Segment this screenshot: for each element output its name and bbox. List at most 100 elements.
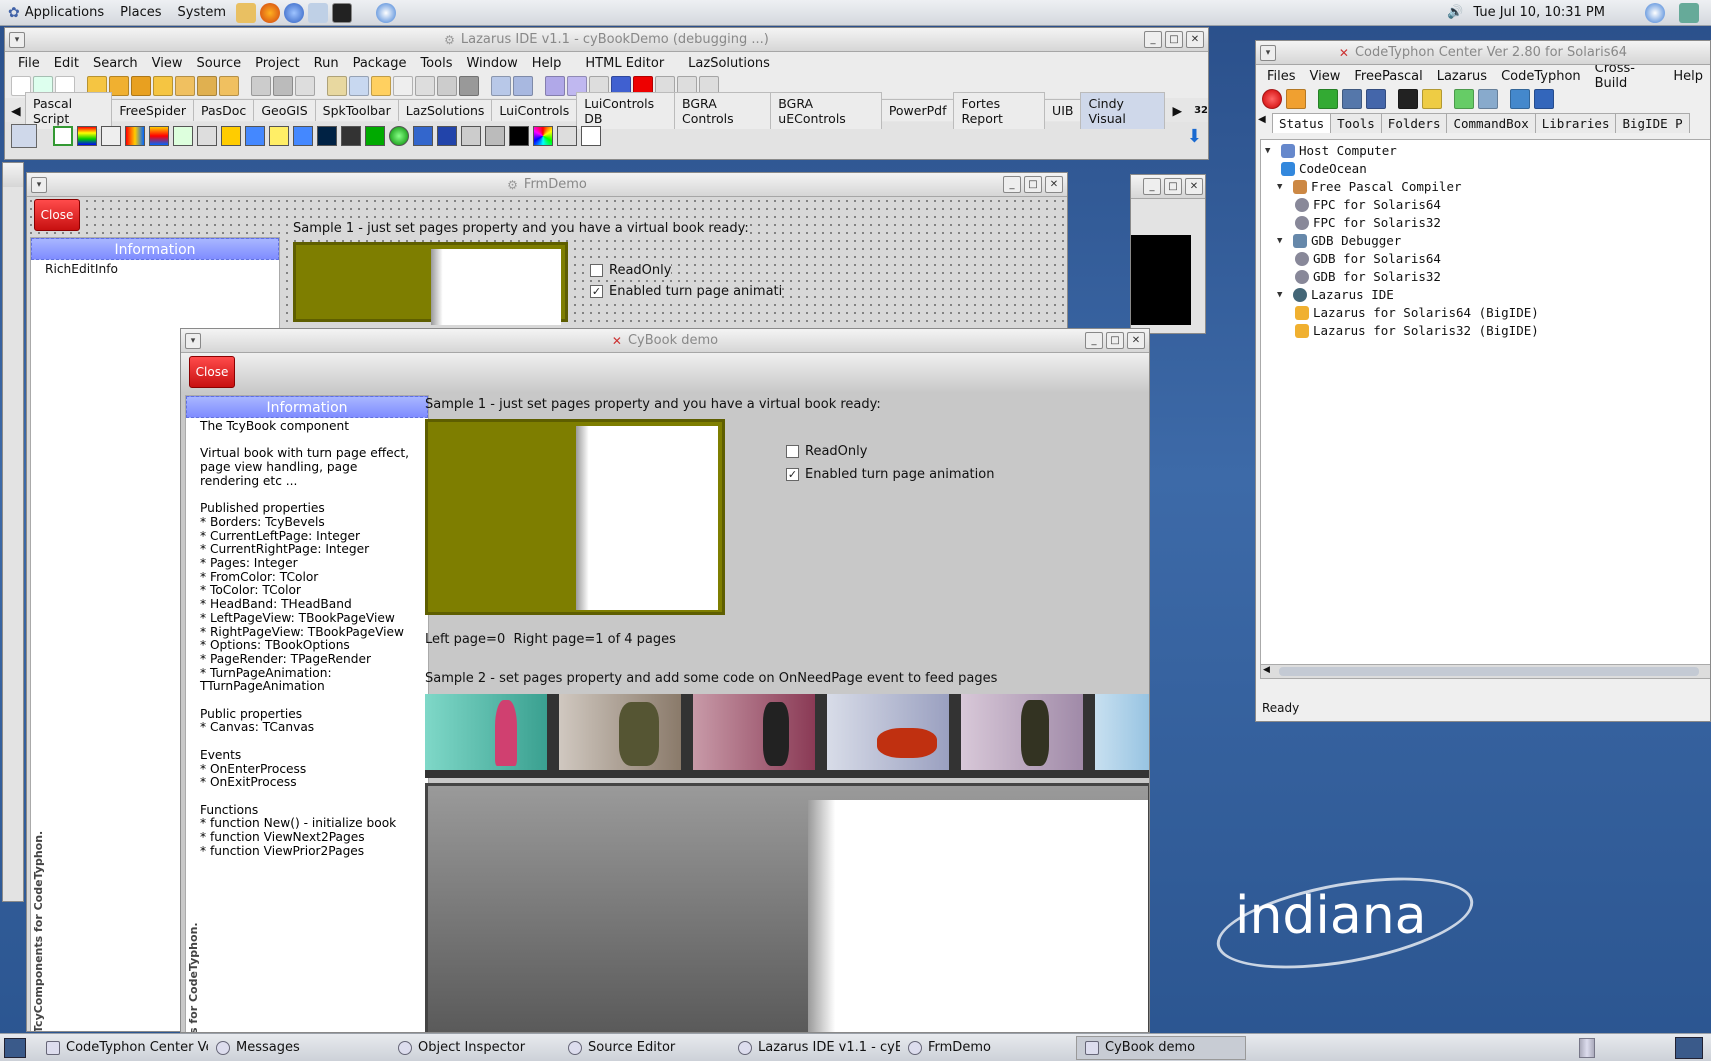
checkbox-box[interactable] (786, 445, 799, 458)
component-icon[interactable] (293, 126, 313, 146)
menu-help[interactable]: Help (525, 56, 569, 71)
tree-node-host[interactable]: ▼ Host Computer (1265, 142, 1710, 160)
cybook-titlebar[interactable]: ▾ ✕ CyBook demo _ □ ✕ (181, 329, 1149, 353)
refresh-icon[interactable] (1318, 89, 1338, 109)
palette-download-icon[interactable]: ⬇ (1187, 126, 1202, 147)
codetyphon-titlebar[interactable]: ▾ ✕ CodeTyphon Center Ver 2.80 for Solar… (1256, 41, 1710, 65)
menu-tools[interactable]: Tools (413, 56, 459, 71)
add-icon[interactable] (1454, 89, 1474, 109)
component-icon[interactable] (485, 126, 505, 146)
thumbnail-1[interactable] (425, 694, 547, 770)
tree-node-gdb64[interactable]: GDB for Solaris64 (1265, 250, 1710, 268)
folder-icon[interactable] (1422, 89, 1442, 109)
open-package-icon[interactable] (131, 76, 151, 96)
tree-node-gdb[interactable]: ▼ GDB Debugger (1265, 232, 1710, 250)
workspace-switcher[interactable] (1675, 1036, 1703, 1059)
taskbar-item-frmdemo[interactable]: FrmDemo (900, 1036, 1070, 1060)
tools-icon[interactable] (1478, 89, 1498, 109)
component-icon[interactable] (149, 126, 169, 146)
clock[interactable]: Tue Jul 10, 10:31 PM (1473, 5, 1605, 20)
menu-file[interactable]: File (11, 56, 47, 71)
cybook-close-button[interactable]: Close (189, 356, 235, 388)
network-icon[interactable] (1679, 2, 1699, 23)
debug-icon[interactable] (545, 76, 565, 96)
thunderbird-icon[interactable] (283, 2, 304, 23)
delete-icon[interactable] (1342, 89, 1362, 109)
menu-lazarus[interactable]: Lazarus (1430, 69, 1494, 84)
download-icon[interactable] (1286, 89, 1306, 109)
component-icon[interactable] (365, 126, 385, 146)
cybook-book1[interactable] (425, 419, 725, 615)
palette-scroll-left-icon[interactable]: ◀ (11, 103, 21, 118)
window-menu-icon[interactable]: ▾ (185, 333, 201, 349)
selection-pointer-icon[interactable] (11, 124, 37, 148)
tab-commandbox[interactable]: CommandBox (1446, 113, 1536, 133)
maximize-icon[interactable]: □ (1165, 31, 1183, 48)
trash-icon[interactable] (1579, 1037, 1595, 1058)
menu-help[interactable]: Help (1666, 69, 1710, 84)
tab-libraries[interactable]: Libraries (1534, 113, 1617, 133)
thumbnail-3[interactable] (693, 694, 815, 770)
build-icon[interactable] (491, 76, 511, 96)
maximize-icon[interactable]: □ (1164, 178, 1182, 195)
palette-tab[interactable]: LuiControls (491, 99, 578, 121)
component-icon[interactable] (101, 126, 121, 146)
tree-node-lazarus[interactable]: ▼ Lazarus IDE (1265, 286, 1710, 304)
component-icon[interactable] (125, 126, 145, 146)
inspect-icon[interactable] (459, 76, 479, 96)
tree-node-codeocean[interactable]: CodeOcean (1265, 160, 1710, 178)
menu-package[interactable]: Package (346, 56, 414, 71)
stop-icon[interactable] (1262, 89, 1282, 109)
applications-menu[interactable]: ✿ Applications (0, 0, 112, 25)
minimize-icon[interactable]: _ (1144, 31, 1162, 48)
tree-node-lazarus32[interactable]: Lazarus for Solaris32 (BigIDE) (1265, 322, 1710, 340)
frmdemo-book[interactable] (293, 242, 568, 325)
terminal-icon[interactable] (331, 2, 352, 23)
component-icon[interactable] (413, 126, 433, 146)
frmdemo-readonly-checkbox[interactable]: ReadOnly (590, 263, 672, 278)
terminal-icon[interactable] (1398, 89, 1418, 109)
build64-icon[interactable] (1510, 89, 1530, 109)
add-to-project-icon[interactable] (349, 76, 369, 96)
expand-icon[interactable]: ▼ (1265, 142, 1277, 160)
taskbar-item-lazarus-ide[interactable]: Lazarus IDE v1.1 - cyBo... (730, 1036, 900, 1060)
ide-titlebar[interactable]: ▾ ⚙ Lazarus IDE v1.1 - cyBookDemo (debug… (5, 28, 1208, 52)
menu-search[interactable]: Search (86, 56, 145, 71)
view-forms-icon[interactable] (415, 76, 435, 96)
close-icon[interactable]: ✕ (1186, 31, 1204, 48)
expand-icon[interactable]: ▼ (1277, 286, 1289, 304)
home-icon[interactable] (235, 2, 256, 23)
volume-icon[interactable]: 🔊 (1447, 5, 1463, 20)
component-icon[interactable] (77, 126, 97, 146)
places-menu[interactable]: Places (112, 0, 169, 25)
system-menu[interactable]: System (170, 0, 234, 25)
palette-tab[interactable]: BGRA uEControls (770, 91, 882, 129)
palette-tab[interactable]: BGRA Controls (673, 91, 772, 129)
expand-icon[interactable]: ▼ (1277, 178, 1289, 196)
palette-tab[interactable]: FreeSpider (111, 99, 195, 121)
show-desktop-icon[interactable] (4, 1037, 26, 1058)
package-icon[interactable] (197, 76, 217, 96)
menu-view[interactable]: View (1303, 69, 1348, 84)
thumbnail-6[interactable] (1095, 694, 1149, 770)
palette-tab[interactable]: Fortes Report (953, 91, 1046, 129)
window-menu-icon[interactable]: ▾ (9, 32, 25, 48)
frmdemo-titlebar[interactable]: ▾ ⚙ FrmDemo _ □ ✕ (27, 173, 1067, 197)
open-project-icon[interactable] (153, 76, 173, 96)
palette-tab[interactable]: PowerPdf (880, 99, 955, 121)
menu-source[interactable]: Source (189, 56, 248, 71)
tree-node-fpc64[interactable]: FPC for Solaris64 (1265, 196, 1710, 214)
tab-status[interactable]: Status (1272, 113, 1332, 133)
menu-window[interactable]: Window (459, 56, 524, 71)
palette-tab[interactable]: PasDoc (193, 99, 255, 121)
expand-icon[interactable]: ▼ (1277, 232, 1289, 250)
thumbnail-5[interactable] (961, 694, 1083, 770)
frmdemo-animation-checkbox[interactable]: ✓ Enabled turn page animati (590, 284, 783, 299)
taskbar-item-codetyphon[interactable]: CodeTyphon Center Ve... (38, 1036, 208, 1060)
component-icon[interactable] (341, 126, 361, 146)
clean-icon[interactable] (1366, 89, 1386, 109)
menu-cross-build[interactable]: Cross-Build (1588, 61, 1667, 91)
palette-tab[interactable]: Pascal Script (25, 91, 113, 129)
component-icon[interactable] (53, 126, 73, 146)
thumbnail-2[interactable] (559, 694, 681, 770)
